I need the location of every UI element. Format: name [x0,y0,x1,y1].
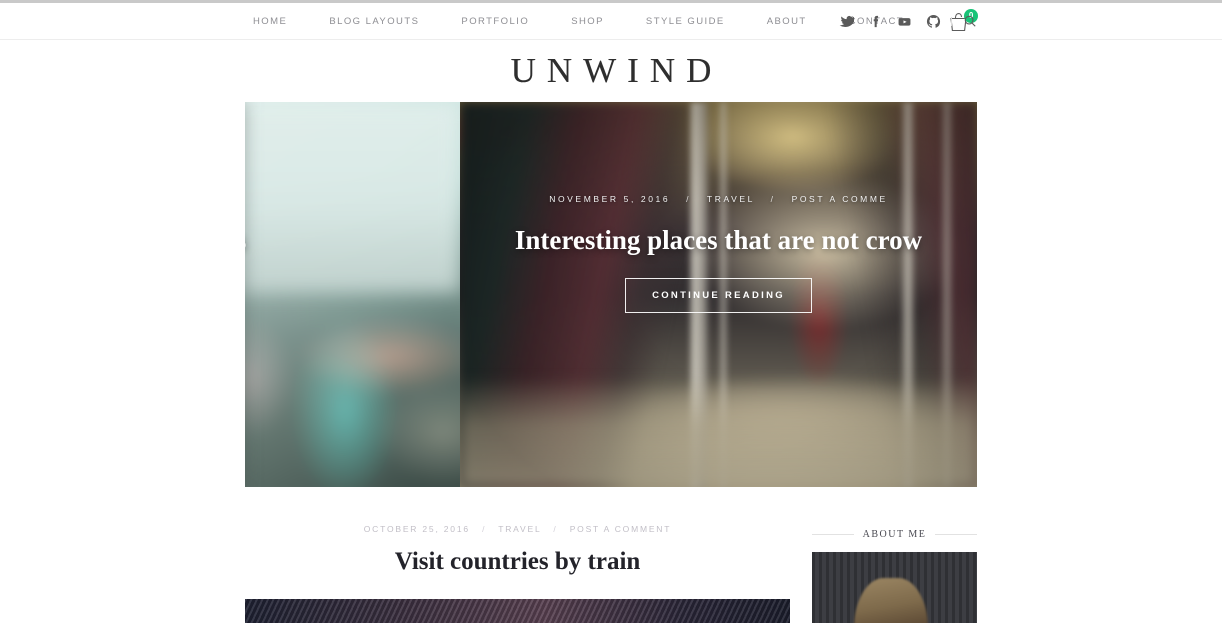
nav-item-home[interactable]: HOME [232,16,308,27]
github-icon [926,14,941,28]
slide-comments-link[interactable]: POST A COMME [792,194,888,204]
sidebar-widget-about-me: ABOUT ME [812,524,978,623]
social-links [832,8,984,34]
continue-reading-button[interactable]: CONTINUE READING [625,278,812,313]
search-icon [964,15,976,27]
post-meta-separator-2: / [553,524,558,534]
slider-caption-active: NOVEMBER 5, 2016 / TRAVEL / POST A COMME… [460,194,977,313]
github-link[interactable] [919,8,948,34]
nav-item-shop[interactable]: SHOP [550,16,625,27]
slide-meta-separator-1: / [686,194,692,204]
widget-rule-right [935,534,978,535]
slide-date: NOVEMBER 5, 2016 [549,194,671,204]
facebook-link[interactable] [861,8,890,34]
slide-title-active[interactable]: Interesting places that are not crow [460,225,977,256]
post-item: OCTOBER 25, 2016 / TRAVEL / POST A COMME… [245,524,790,623]
social-search-divider [951,16,952,26]
post-date: OCTOBER 25, 2016 [363,524,470,534]
slide-meta-active: NOVEMBER 5, 2016 / TRAVEL / POST A COMME [460,194,977,204]
widget-rule-left [812,534,854,535]
slider-slide-active[interactable]: NOVEMBER 5, 2016 / TRAVEL / POST A COMME… [460,102,977,487]
facebook-icon [873,15,878,27]
about-me-photo [812,552,977,623]
nav-item-about[interactable]: ABOUT [746,16,828,27]
nav-item-portfolio[interactable]: PORTFOLIO [440,16,550,27]
slider-caption-previous: TS es [245,194,460,256]
about-me-photo-head [854,578,929,623]
widget-title-row: ABOUT ME [812,524,978,540]
youtube-icon [898,17,911,26]
slide-title-previous[interactable]: es [245,225,460,256]
slider-slide-previous[interactable]: TS es [245,102,460,487]
post-meta-separator-1: / [482,524,487,534]
post-featured-image[interactable] [245,599,790,623]
youtube-link[interactable] [890,8,919,34]
slide-meta-previous: TS [245,194,460,204]
main-content-column: OCTOBER 25, 2016 / TRAVEL / POST A COMME… [245,524,790,623]
nav-item-style-guide[interactable]: STYLE GUIDE [625,16,746,27]
nav-item-blog-layouts[interactable]: BLOG LAYOUTS [308,16,440,27]
twitter-icon [839,15,854,27]
site-logo[interactable]: UNWIND [500,51,723,91]
widget-title-text: ABOUT ME [862,529,927,540]
top-navigation-bar: HOME BLOG LAYOUTS PORTFOLIO SHOP STYLE G… [0,3,1222,40]
slide-category[interactable]: TRAVEL [707,194,755,204]
post-category[interactable]: TRAVEL [498,524,541,534]
post-meta: OCTOBER 25, 2016 / TRAVEL / POST A COMME… [245,524,790,534]
post-comments-link[interactable]: POST A COMMENT [570,524,672,534]
twitter-link[interactable] [832,8,861,34]
slide-image-foreground [245,102,460,487]
search-button[interactable] [955,8,984,34]
sidebar: ABOUT ME [790,524,978,623]
slide-meta-separator-2: / [770,194,776,204]
post-title[interactable]: Visit countries by train [245,548,790,576]
hero-slider[interactable]: TS es NOVEMBER 5, 2016 / TRAVEL / POST A… [245,102,977,487]
site-header: UNWIND [0,40,1222,102]
content-area: OCTOBER 25, 2016 / TRAVEL / POST A COMME… [245,487,978,623]
